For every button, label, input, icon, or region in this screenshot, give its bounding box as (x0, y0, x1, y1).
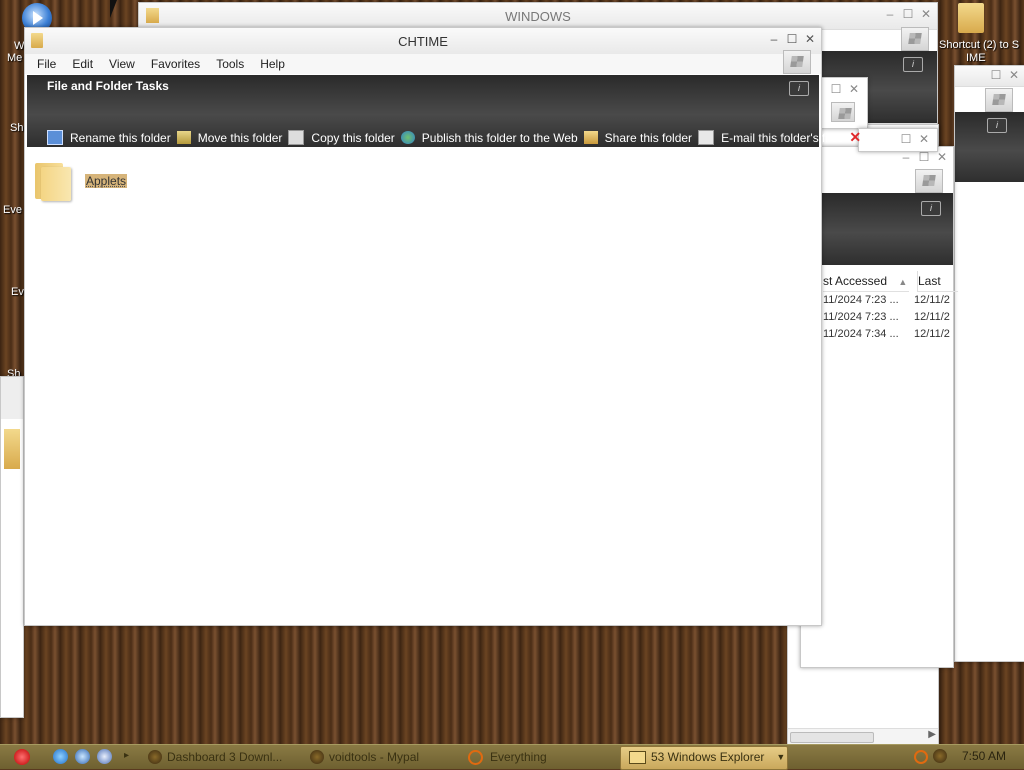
window-title: CHTIME (398, 34, 448, 49)
desktop-label: Sh (10, 122, 24, 134)
table-cell: 12/11/2 (914, 311, 950, 323)
windows-logo-icon (783, 50, 811, 74)
clock[interactable]: 7:50 AM (962, 749, 1006, 763)
background-window-right-3[interactable]: – ☐ ✕ i st Accessed ▲ Last Ch 11/2024 7:… (800, 146, 958, 668)
desktop-label: W (14, 40, 25, 52)
windows-logo-icon (915, 169, 943, 193)
maximize-icon[interactable]: ☐ (901, 7, 915, 21)
table-cell: 12/11/2 (914, 294, 950, 306)
start-button[interactable] (14, 749, 30, 765)
copy-icon (288, 130, 305, 145)
file-list[interactable]: Applets (27, 147, 819, 623)
maximize-icon[interactable]: ☐ (989, 68, 1003, 82)
app-icon (148, 750, 162, 764)
media-icon[interactable] (97, 749, 112, 764)
task-delete[interactable]: ✕ (849, 129, 861, 146)
desktop-label: Eve (3, 204, 22, 216)
menu-help[interactable]: Help (260, 57, 285, 71)
table-cell: 11/2024 7:23 ... (823, 294, 899, 306)
close-icon[interactable]: ✕ (847, 82, 861, 96)
column-header-changed[interactable]: Last Ch (917, 271, 958, 292)
table-cell: 12/11/2 (914, 328, 950, 340)
taskbar-item-mypal[interactable]: voidtools - Mypal (310, 749, 419, 765)
maximize-icon[interactable]: ☐ (917, 150, 931, 164)
windows-logo-icon (831, 102, 855, 122)
folder-name[interactable]: Applets (85, 174, 128, 188)
task-email-files[interactable]: E-mail this folder's files (698, 130, 843, 145)
background-window-mid-2[interactable]: ☐ ✕ (858, 128, 938, 152)
task-publish-folder[interactable]: Publish this folder to the Web (400, 131, 578, 145)
menu-tools[interactable]: Tools (216, 57, 244, 71)
title-bar[interactable]: CHTIME – ☐ ✕ (25, 28, 821, 55)
task-copy-folder[interactable]: Copy this folder (288, 130, 395, 145)
background-window-right-1[interactable]: ☐ ✕ i (954, 65, 1024, 662)
close-icon[interactable]: ✕ (935, 150, 949, 164)
desktop-label: Ev (11, 286, 24, 298)
info-icon[interactable]: i (789, 81, 809, 96)
search-icon (468, 749, 483, 765)
task-pane: File and Folder Tasks i Rename this fold… (27, 75, 861, 147)
task-share-folder[interactable]: Share this folder (583, 131, 692, 145)
app-icon (310, 750, 324, 764)
taskbar-item-everything[interactable]: Everything (468, 749, 547, 765)
folder-icon[interactable] (35, 161, 71, 201)
task-rename-folder[interactable]: Rename this folder (47, 130, 171, 145)
table-cell: 11/2024 7:34 ... (823, 328, 899, 340)
info-icon[interactable]: i (987, 118, 1007, 133)
menu-favorites[interactable]: Favorites (151, 57, 200, 71)
shortcut-folder-icon[interactable] (958, 3, 984, 33)
quicklaunch-chevron-icon[interactable]: ▸ (124, 750, 129, 761)
publish-icon (400, 131, 415, 144)
close-icon[interactable]: ✕ (1007, 68, 1021, 82)
task-pane-title: File and Folder Tasks (47, 79, 169, 93)
browser-icon[interactable] (75, 749, 90, 764)
minimize-icon[interactable]: – (899, 150, 913, 164)
maximize-icon[interactable]: ☐ (899, 132, 913, 146)
taskbar-item-dashboard[interactable]: Dashboard 3 Downl... (148, 749, 282, 765)
task-move-folder[interactable]: Move this folder (176, 131, 282, 145)
folder-icon (4, 429, 20, 469)
close-icon[interactable]: ✕ (919, 7, 933, 21)
scroll-right-icon[interactable]: ▶ (928, 729, 936, 740)
email-icon (698, 130, 715, 145)
desktop-shortcut-label-2[interactable]: IME (966, 52, 986, 64)
close-icon[interactable]: ✕ (803, 32, 817, 46)
desktop-shortcut-label[interactable]: Shortcut (2) to S (939, 39, 1019, 51)
tray-app-icon[interactable] (933, 749, 947, 763)
chevron-down-icon: ▼ (776, 752, 786, 762)
horizontal-scrollbar[interactable] (790, 732, 874, 743)
info-icon[interactable]: i (921, 201, 941, 216)
share-icon (583, 131, 598, 144)
windows-logo-icon (985, 88, 1013, 112)
window-title: WINDOWS (505, 9, 571, 24)
menu-file[interactable]: File (37, 57, 56, 71)
table-cell: 11/2024 7:23 ... (823, 311, 899, 323)
menu-edit[interactable]: Edit (72, 57, 93, 71)
menu-view[interactable]: View (109, 57, 135, 71)
folder-icon (629, 750, 646, 764)
maximize-icon[interactable]: ☐ (829, 82, 843, 96)
background-window-left[interactable] (0, 376, 24, 718)
mouse-cursor-icon (110, 0, 117, 18)
background-window-mid[interactable]: ☐ ✕ (818, 77, 868, 129)
info-icon[interactable]: i (903, 57, 923, 72)
desktop-label: Me (7, 52, 23, 64)
minimize-icon[interactable]: – (767, 32, 781, 46)
menu-bar: File Edit View Favorites Tools Help (25, 54, 821, 74)
move-icon (176, 131, 191, 144)
ie-icon[interactable] (53, 749, 68, 764)
minimize-icon[interactable]: – (883, 7, 897, 21)
maximize-icon[interactable]: ☐ (785, 32, 799, 46)
tray-search-icon[interactable] (914, 750, 928, 764)
delete-icon: ✕ (849, 129, 862, 145)
explorer-window[interactable]: CHTIME – ☐ ✕ File Edit View Favorites To… (24, 27, 861, 626)
windows-logo-icon (901, 27, 929, 51)
sort-ascending-icon: ▲ (898, 277, 908, 287)
taskbar-item-explorer[interactable]: 53 Windows Explorer ▼ (629, 749, 785, 765)
rename-icon (47, 130, 63, 145)
close-icon[interactable]: ✕ (917, 132, 931, 146)
column-header-accessed[interactable]: st Accessed ▲ (823, 271, 909, 292)
taskbar: ▸ Dashboard 3 Downl... voidtools - Mypal… (0, 744, 1024, 770)
